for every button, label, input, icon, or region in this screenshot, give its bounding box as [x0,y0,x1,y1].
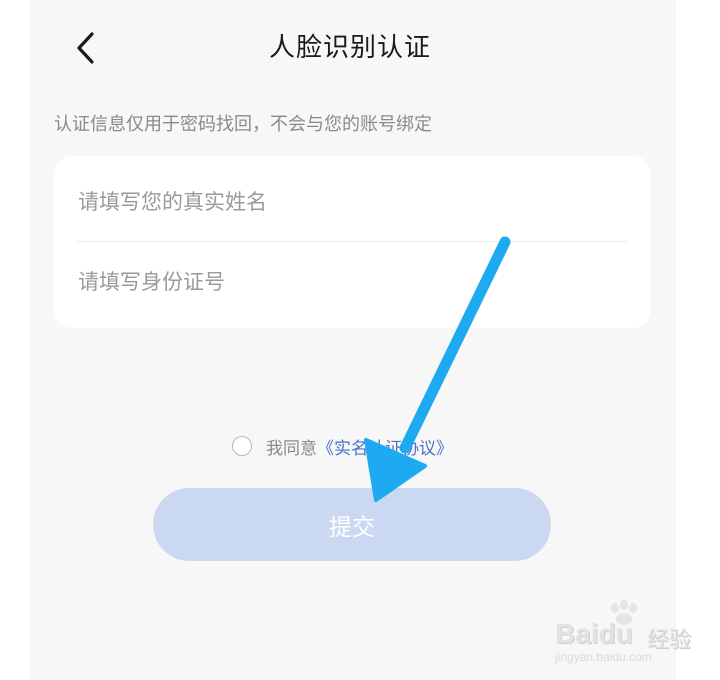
privacy-notice: 认证信息仅用于密码找回，不会与您的账号绑定 [54,114,432,135]
id-number-input[interactable] [78,262,628,302]
field-divider [77,241,628,242]
agreement-row: 我同意 《实名认证协议》 [232,432,453,460]
agreement-prefix: 我同意 [266,438,317,459]
back-button[interactable] [70,28,106,68]
app-screen [30,0,676,680]
chevron-left-icon [77,32,94,64]
real-name-input[interactable] [78,182,628,222]
stage: 人脸识别认证 认证信息仅用于密码找回，不会与您的账号绑定 我同意 《实名认证协议… [0,0,720,680]
page-title: 人脸识别认证 [268,33,431,63]
submit-button[interactable]: 提交 [153,488,551,561]
agreement-checkbox[interactable] [232,436,252,456]
agreement-link[interactable]: 《实名认证协议》 [317,434,453,459]
